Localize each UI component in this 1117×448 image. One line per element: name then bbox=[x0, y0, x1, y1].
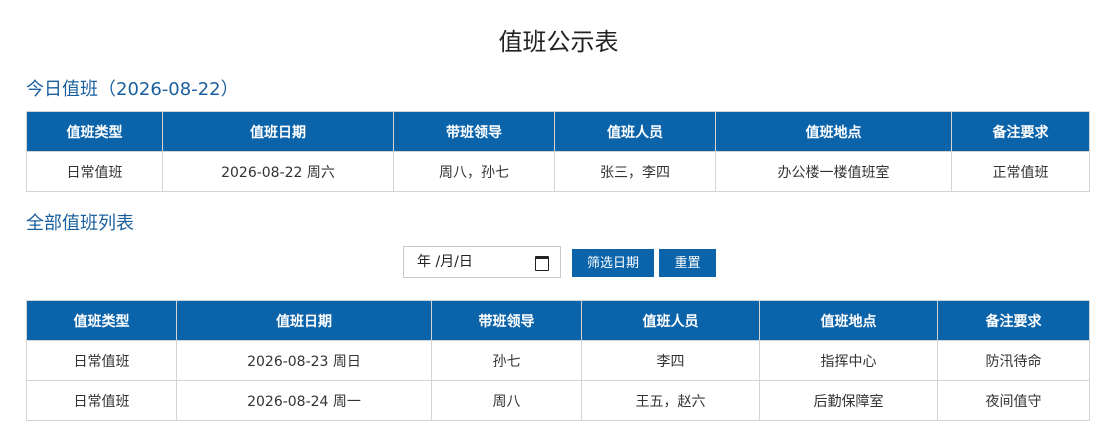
cell-duty-type: 日常值班 bbox=[26, 380, 177, 421]
cell-leader: 周八 bbox=[431, 380, 582, 421]
cell-staff: 张三，李四 bbox=[554, 151, 716, 192]
column-header-remarks: 备注要求 bbox=[951, 111, 1090, 152]
column-header-duty-type: 值班类型 bbox=[26, 300, 177, 341]
date-filter-input[interactable]: 年 /月/日 bbox=[403, 246, 561, 278]
column-header-duty-type: 值班类型 bbox=[26, 111, 163, 152]
all-duty-table: 值班类型 值班日期 带班领导 值班人员 值班地点 备注要求 日常值班 2026-… bbox=[26, 300, 1090, 421]
table-header-row: 值班类型 值班日期 带班领导 值班人员 值班地点 备注要求 bbox=[26, 111, 1090, 152]
cell-duty-date: 2026-08-22 周六 bbox=[162, 151, 394, 192]
column-header-leader: 带班领导 bbox=[431, 300, 582, 341]
reset-button[interactable]: 重置 bbox=[659, 249, 716, 277]
column-header-duty-date: 值班日期 bbox=[162, 111, 394, 152]
cell-remarks: 防汛待命 bbox=[937, 340, 1090, 381]
column-header-location: 值班地点 bbox=[715, 111, 952, 152]
cell-duty-date: 2026-08-23 周日 bbox=[176, 340, 432, 381]
cell-staff: 王五，赵六 bbox=[581, 380, 760, 421]
table-row: 日常值班 2026-08-23 周日 孙七 李四 指挥中心 防汛待命 bbox=[26, 340, 1090, 381]
cell-leader: 周八，孙七 bbox=[393, 151, 555, 192]
column-header-location: 值班地点 bbox=[759, 300, 938, 341]
date-placeholder: 年 /月/日 bbox=[417, 254, 473, 270]
column-header-duty-date: 值班日期 bbox=[176, 300, 432, 341]
cell-duty-type: 日常值班 bbox=[26, 340, 177, 381]
today-section-title: 今日值班（2026-08-22） bbox=[26, 79, 239, 100]
today-duty-table: 值班类型 值班日期 带班领导 值班人员 值班地点 备注要求 日常值班 2026-… bbox=[26, 111, 1090, 192]
page-title: 值班公示表 bbox=[498, 28, 619, 56]
table-row: 日常值班 2026-08-24 周一 周八 王五，赵六 后勤保障室 夜间值守 bbox=[26, 380, 1090, 421]
cell-leader: 孙七 bbox=[431, 340, 582, 381]
column-header-staff: 值班人员 bbox=[554, 111, 716, 152]
column-header-staff: 值班人员 bbox=[581, 300, 760, 341]
cell-location: 后勤保障室 bbox=[759, 380, 938, 421]
filter-date-button[interactable]: 筛选日期 bbox=[572, 249, 654, 277]
cell-staff: 李四 bbox=[581, 340, 760, 381]
all-section-title: 全部值班列表 bbox=[26, 213, 134, 234]
cell-location: 指挥中心 bbox=[759, 340, 938, 381]
cell-duty-type: 日常值班 bbox=[26, 151, 163, 192]
cell-remarks: 夜间值守 bbox=[937, 380, 1090, 421]
column-header-leader: 带班领导 bbox=[393, 111, 555, 152]
cell-duty-date: 2026-08-24 周一 bbox=[176, 380, 432, 421]
table-row: 日常值班 2026-08-22 周六 周八，孙七 张三，李四 办公楼一楼值班室 … bbox=[26, 151, 1090, 192]
cell-remarks: 正常值班 bbox=[951, 151, 1090, 192]
calendar-icon[interactable] bbox=[535, 256, 549, 271]
column-header-remarks: 备注要求 bbox=[937, 300, 1090, 341]
cell-location: 办公楼一楼值班室 bbox=[715, 151, 952, 192]
table-header-row: 值班类型 值班日期 带班领导 值班人员 值班地点 备注要求 bbox=[26, 300, 1090, 341]
